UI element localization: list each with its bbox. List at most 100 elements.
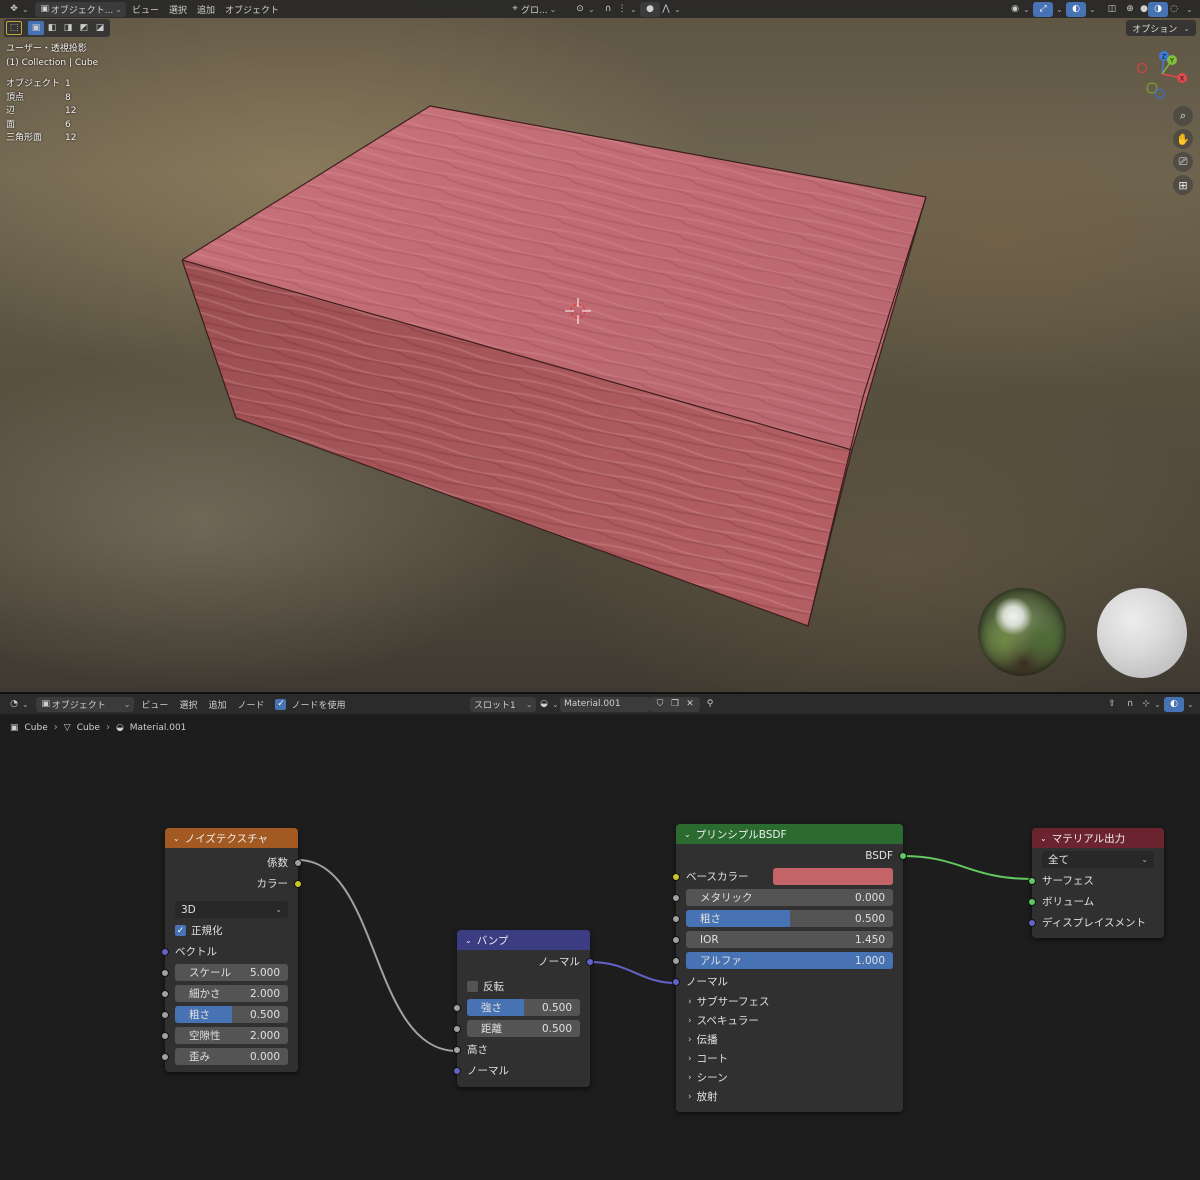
roughness-field[interactable]: 粗さ 0.500 <box>686 910 893 927</box>
socket-distance-in[interactable] <box>453 1024 461 1033</box>
pin-button[interactable]: ⚲ <box>700 697 720 712</box>
collapse-chevron-icon[interactable]: ⌄ <box>173 834 180 843</box>
socket-scale-in[interactable] <box>161 968 169 977</box>
dimension-dropdown[interactable]: 3D ⌄ <box>175 901 288 918</box>
socket-ior-in[interactable] <box>672 935 680 944</box>
mode-dropdown[interactable]: ▣ オブジェクト... ⌄ <box>34 1 126 17</box>
socket-metallic-in[interactable] <box>672 893 680 902</box>
node-header[interactable]: ⌄ バンプ <box>457 930 590 950</box>
node-header[interactable]: ⌄ ノイズテクスチャ <box>165 828 298 848</box>
socket-roughness-in[interactable] <box>672 914 680 923</box>
socket-base-color-in[interactable] <box>672 872 680 881</box>
options-dropdown[interactable]: オプション ⌄ <box>1126 20 1196 36</box>
node-header[interactable]: ⌄ マテリアル出力 <box>1032 828 1164 848</box>
panel-specular[interactable]: › スペキュラー <box>676 1011 903 1030</box>
socket-displacement-in[interactable] <box>1028 918 1036 927</box>
checkbox-icon[interactable] <box>467 981 478 992</box>
distance-field[interactable]: 距離 0.500 <box>467 1020 580 1037</box>
distortion-field[interactable]: 歪み 0.000 <box>175 1048 288 1065</box>
socket-normal-in[interactable] <box>453 1066 461 1075</box>
invert-row[interactable]: 反転 <box>457 976 590 997</box>
menu-view[interactable]: ビュー <box>137 697 172 712</box>
editor-type-button[interactable]: ◔ ⌄ <box>4 697 33 712</box>
bump-node[interactable]: ⌄ バンプ ノーマル 反転 強さ 0.500 距離 0.500 高さ ノーマル <box>453 930 594 1087</box>
socket-color-out[interactable] <box>294 879 302 888</box>
ortho-toggle-button[interactable]: ⊞ <box>1173 175 1193 195</box>
3d-viewport[interactable]: ✥ ⌄ ▣ オブジェクト... ⌄ ビュー 選択 追加 オブジェクト ⌖ グロ... ⌄ … <box>0 0 1200 692</box>
normalize-row[interactable]: ✓ 正規化 <box>165 920 298 941</box>
target-dropdown[interactable]: 全て ⌄ <box>1042 851 1154 868</box>
unlink-material-button[interactable]: ✕ <box>680 696 700 712</box>
panel-subsurface[interactable]: › サブサーフェス <box>676 992 903 1011</box>
ior-field[interactable]: IOR 1.450 <box>686 931 893 948</box>
collapse-chevron-icon[interactable]: ⌄ <box>465 936 472 945</box>
select-invert-button[interactable]: ◩ <box>76 21 92 35</box>
material-browse-button[interactable]: ◒ ⌄ <box>534 697 563 712</box>
parent-tree-button[interactable]: ⇧ <box>1102 697 1122 712</box>
node-header[interactable]: ⌄ プリンシプルBSDF <box>676 824 903 844</box>
pan-button[interactable]: ✋ <box>1173 129 1193 149</box>
xray-toggle[interactable]: ◫ <box>1102 2 1122 17</box>
alpha-field[interactable]: アルファ 1.000 <box>686 952 893 969</box>
socket-lacunarity-in[interactable] <box>161 1031 169 1040</box>
socket-fac-out[interactable] <box>294 858 302 867</box>
socket-vector-in[interactable] <box>161 947 169 956</box>
select-subtract-button[interactable]: ◨ <box>60 21 76 35</box>
socket-volume-in[interactable] <box>1028 897 1036 906</box>
checkbox-icon[interactable]: ✓ <box>175 925 186 936</box>
camera-view-button[interactable]: ⎚ <box>1173 152 1193 172</box>
use-nodes-toggle[interactable]: ✓ ノードを使用 <box>271 697 349 712</box>
select-intersect-button[interactable]: ◪ <box>92 21 108 35</box>
base-color-swatch[interactable] <box>773 868 893 885</box>
snap-mode-dropdown[interactable]: ⊹ ⌄ <box>1136 697 1165 712</box>
panel-coat[interactable]: › コート <box>676 1049 903 1068</box>
collapse-chevron-icon[interactable]: ⌄ <box>684 830 691 839</box>
strength-field[interactable]: 強さ 0.500 <box>467 999 580 1016</box>
shader-type-dropdown[interactable]: ▣ オブジェクト ⌄ <box>35 696 135 712</box>
socket-bsdf-out[interactable] <box>899 851 907 860</box>
socket-roughness-in[interactable] <box>161 1010 169 1019</box>
select-new-button[interactable]: ▣ <box>28 21 44 35</box>
slot-dropdown[interactable]: スロット1 ⌄ <box>470 696 537 712</box>
gizmo-neg-z[interactable] <box>1154 88 1166 100</box>
collapse-chevron-icon[interactable]: ⌄ <box>1040 834 1047 843</box>
menu-object[interactable]: オブジェクト <box>221 2 283 17</box>
socket-normal-out[interactable] <box>586 957 594 966</box>
panel-sheen[interactable]: › シーン <box>676 1068 903 1087</box>
menu-view[interactable]: ビュー <box>128 2 163 17</box>
material-output-node[interactable]: ⌄ マテリアル出力 全て ⌄ サーフェス ボリューム ディスプレイスメント <box>1028 828 1164 938</box>
gizmo-neg-x[interactable] <box>1136 62 1148 74</box>
overlay-dropdown[interactable]: ⌄ <box>1083 2 1100 17</box>
socket-normal-in[interactable] <box>672 977 680 986</box>
noise-texture-node[interactable]: ⌄ ノイズテクスチャ 係数 カラー 3D ⌄ ✓ 正規化 ベクトル スケール 5.00… <box>161 828 302 1072</box>
lacunarity-field[interactable]: 空隙性 2.000 <box>175 1027 288 1044</box>
visibility-dropdown[interactable]: ◉ ⌄ <box>1005 2 1034 17</box>
menu-select[interactable]: 選択 <box>175 697 201 712</box>
overlay-dropdown[interactable]: ⌄ <box>1181 697 1198 712</box>
metallic-field[interactable]: メタリック 0.000 <box>686 889 893 906</box>
menu-node[interactable]: ノード <box>233 697 268 712</box>
scale-field[interactable]: スケール 5.000 <box>175 964 288 981</box>
zoom-button[interactable]: ⌕ <box>1173 106 1193 126</box>
shader-node-editor[interactable]: ◔ ⌄ ▣ オブジェクト ⌄ ビュー 選択 追加 ノード ✓ ノードを使用 スロット1 ⌄… <box>0 694 1200 1180</box>
menu-add[interactable]: 追加 <box>193 2 219 17</box>
socket-strength-in[interactable] <box>453 1003 461 1012</box>
select-tool-button[interactable]: ⬚ <box>6 21 22 35</box>
material-name-field[interactable]: Material.001 <box>560 696 650 712</box>
socket-surface-in[interactable] <box>1028 876 1036 885</box>
menu-select[interactable]: 選択 <box>165 2 191 17</box>
panel-transmission[interactable]: › 伝播 <box>676 1030 903 1049</box>
menu-add[interactable]: 追加 <box>204 697 230 712</box>
socket-height-in[interactable] <box>453 1045 461 1054</box>
detail-field[interactable]: 細かさ 2.000 <box>175 985 288 1002</box>
select-extend-button[interactable]: ◧ <box>44 21 60 35</box>
navigation-gizmo[interactable]: Z Y X <box>1130 50 1190 102</box>
socket-distortion-in[interactable] <box>161 1052 169 1061</box>
principled-bsdf-node[interactable]: ⌄ プリンシプルBSDF BSDF ベースカラー メタリック 0.000 粗さ 0.… <box>672 824 907 1112</box>
gizmo-dropdown[interactable]: ⌄ <box>1050 2 1067 17</box>
socket-alpha-in[interactable] <box>672 956 680 965</box>
snap-target-dropdown[interactable]: ⋮ ⌄ <box>612 2 641 17</box>
falloff-dropdown[interactable]: ⋀ ⌄ <box>656 2 685 17</box>
roughness-field[interactable]: 粗さ 0.500 <box>175 1006 288 1023</box>
shading-dropdown[interactable]: ⌄ <box>1180 2 1197 17</box>
